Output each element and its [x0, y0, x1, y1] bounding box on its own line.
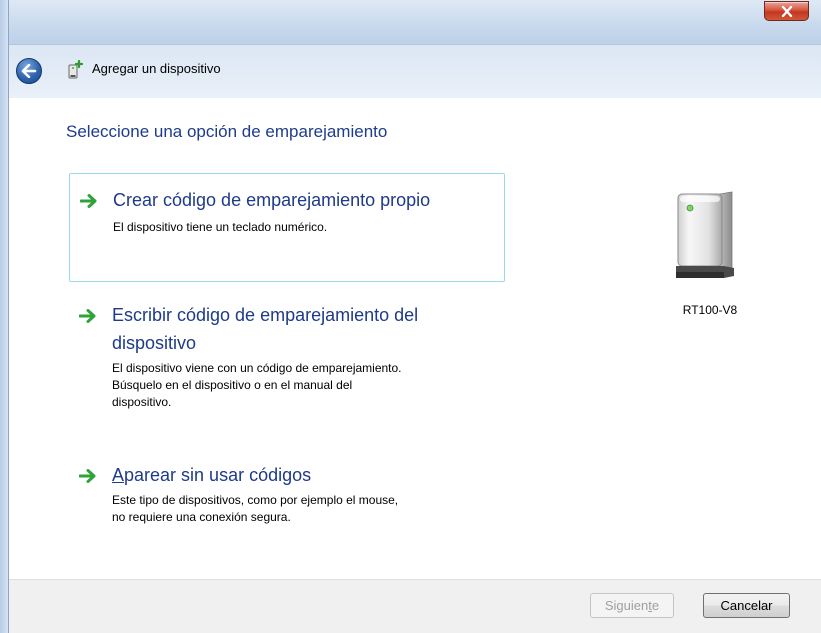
- option-description-line1: El dispositivo viene con un código de em…: [112, 361, 402, 375]
- dialog-title: Agregar un dispositivo: [92, 61, 221, 76]
- next-button[interactable]: Siguien t e: [590, 593, 674, 618]
- next-label-pre: Siguien: [604, 598, 649, 613]
- option-title: Crear código de emparejamiento propio: [113, 190, 431, 210]
- page-heading: Seleccione una opción de emparejamiento: [66, 122, 388, 141]
- window-title-bar[interactable]: [0, 0, 821, 44]
- next-label-post: e: [651, 598, 660, 613]
- cancel-button[interactable]: Cancelar: [703, 593, 790, 618]
- device-name-label: RT100-V8: [682, 303, 738, 317]
- green-arrow-icon: [80, 194, 97, 208]
- option-description-line2: Búsquelo en el dispositivo o en el manua…: [112, 378, 353, 392]
- option-pair-without-code[interactable]: Aparear sin usar códigos Este tipo de di…: [69, 455, 505, 545]
- close-button[interactable]: [764, 1, 809, 21]
- option-enter-device-code[interactable]: Escribir código de emparejamiento del di…: [69, 295, 505, 425]
- option-title-line1: Escribir código de emparejamiento del: [112, 305, 419, 325]
- option-description-line2: no requiere una conexión segura.: [112, 510, 291, 524]
- option-title: Aparear sin usar códigos: [112, 465, 312, 485]
- window-left-frame: [0, 0, 9, 633]
- option-description-line1: Este tipo de dispositivos, como por ejem…: [112, 493, 399, 507]
- option-create-pairing-code[interactable]: Crear código de emparejamiento propio El…: [69, 173, 505, 282]
- close-icon: [781, 5, 792, 17]
- add-device-window: Agregar un dispositivo Seleccione una op…: [0, 0, 821, 633]
- speaker-device-icon: [676, 191, 734, 278]
- back-button[interactable]: [16, 58, 42, 84]
- back-arrow-icon: [21, 64, 37, 78]
- dialog-footer: [9, 579, 821, 633]
- option-description-line3: dispositivo.: [112, 395, 172, 409]
- add-device-icon: [68, 60, 84, 79]
- option-title-line2: dispositivo: [112, 333, 197, 353]
- green-arrow-icon: [79, 309, 96, 323]
- option-description: El dispositivo tiene un teclado numérico…: [113, 220, 328, 234]
- green-arrow-icon: [79, 469, 96, 483]
